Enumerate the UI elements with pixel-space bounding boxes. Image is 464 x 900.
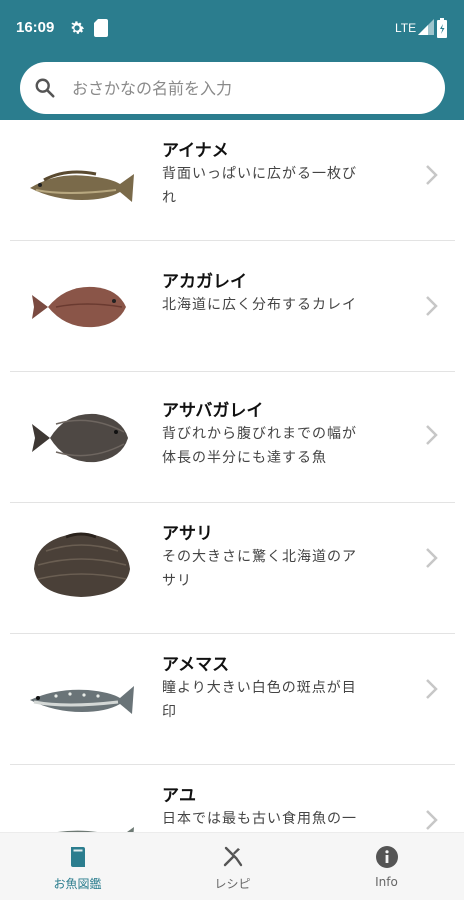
fish-list: アイナメ 背面いっぱいに広がる一枚び れ アカガレイ 北海道に広く分布するカレイ…	[0, 120, 464, 832]
fish-description: 背面いっぱいに広がる一枚び	[162, 166, 357, 182]
nav-item-info[interactable]: Info	[309, 833, 464, 900]
search-icon	[35, 78, 55, 98]
fish-image	[30, 170, 134, 202]
nav-item-fish-guide[interactable]: お魚図鑑	[0, 833, 155, 900]
fish-description: サリ	[162, 573, 192, 589]
clam-image	[34, 532, 130, 597]
flatfish-image	[32, 413, 128, 463]
list-item[interactable]: アイナメ 背面いっぱいに広がる一枚び れ	[0, 120, 464, 251]
chevron-right-icon	[426, 679, 438, 699]
bottom-navigation: お魚図鑑 レシピ Info	[0, 832, 464, 900]
list-item[interactable]: アカガレイ 北海道に広く分布するカレイ	[0, 241, 464, 372]
fish-image	[57, 827, 134, 832]
fish-name: アサバガレイ	[162, 401, 264, 421]
book-icon	[71, 847, 85, 867]
fish-description: 体長の半分にも達する魚	[162, 450, 327, 466]
fish-description: 瞳より大きい白色の斑点が目	[162, 680, 357, 696]
fish-description: 日本では最も古い食用魚の一	[162, 811, 357, 827]
fish-description: れ	[162, 190, 177, 206]
fish-name: アメマス	[162, 655, 230, 675]
fish-name: アユ	[162, 786, 196, 806]
chevron-right-icon	[426, 425, 438, 445]
chevron-right-icon	[426, 165, 438, 185]
chevron-right-icon	[426, 296, 438, 316]
fish-description: 背びれから腹びれまでの幅が	[162, 426, 357, 442]
search-header	[0, 58, 464, 120]
status-bar: 16:09 LTE	[0, 0, 464, 58]
list-item[interactable]: アユ 日本では最も古い食用魚の一	[0, 765, 464, 832]
search-box[interactable]	[20, 62, 445, 114]
fish-description: 印	[162, 704, 177, 720]
fish-description: 北海道に広く分布するカレイ	[162, 297, 357, 313]
fish-name: アイナメ	[162, 141, 229, 161]
nav-item-recipe[interactable]: レシピ	[155, 833, 310, 900]
chevron-right-icon	[426, 548, 438, 568]
list-item[interactable]: アサバガレイ 背びれから腹びれまでの幅が 体長の半分にも達する魚	[0, 372, 464, 503]
fish-name: アサリ	[162, 524, 213, 544]
nav-label: お魚図鑑	[53, 877, 102, 891]
battery-icon	[437, 18, 447, 38]
nav-label: レシピ	[214, 877, 251, 891]
chevron-right-icon	[426, 810, 438, 830]
trout-image	[30, 686, 134, 714]
nav-label: Info	[375, 875, 398, 889]
gear-icon	[71, 21, 85, 34]
fish-description: その大きさに驚く北海道のア	[162, 549, 357, 565]
signal-icon	[418, 19, 434, 35]
utensils-icon	[223, 846, 243, 867]
sd-card-icon	[94, 19, 108, 37]
list-item[interactable]: アメマス 瞳より大きい白色の斑点が目 印	[0, 634, 464, 765]
flatfish-image	[32, 286, 126, 328]
search-input[interactable]	[72, 62, 432, 114]
status-time: 16:09	[16, 19, 55, 36]
info-icon	[376, 846, 398, 868]
fish-name: アカガレイ	[162, 272, 247, 292]
list-item[interactable]: アサリ その大きさに驚く北海道のア サリ	[0, 503, 464, 634]
network-label: LTE	[395, 21, 417, 35]
